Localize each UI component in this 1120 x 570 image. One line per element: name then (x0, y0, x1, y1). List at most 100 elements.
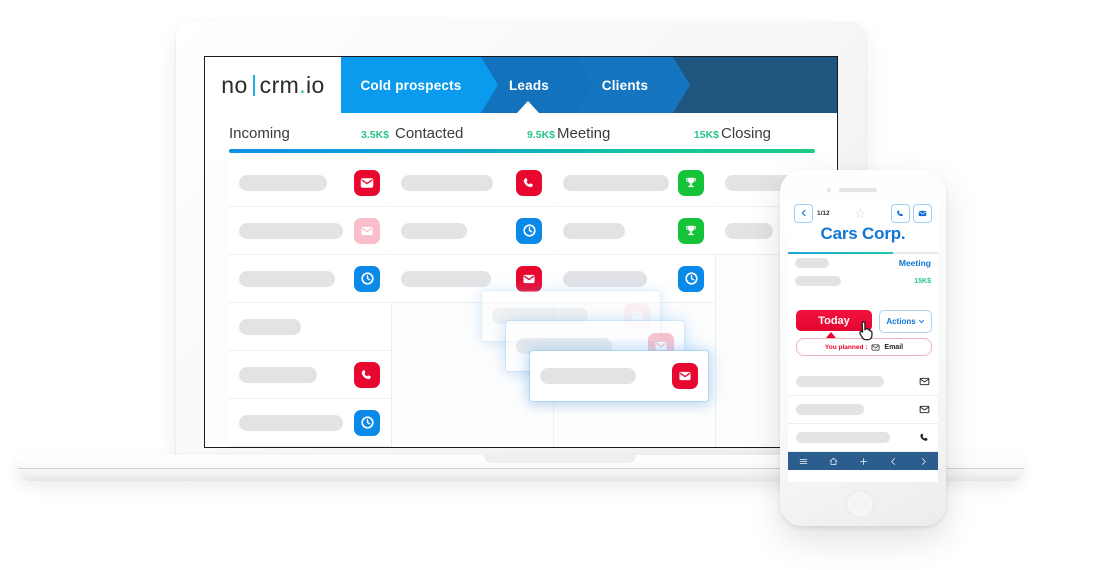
record-counter: 1/12 (817, 209, 830, 217)
logo-part-io: io (306, 71, 325, 98)
row-placeholder-bar (239, 414, 343, 431)
table-row[interactable] (391, 159, 552, 207)
tab-arrow-3 (673, 57, 690, 113)
row-placeholder-bar (795, 258, 829, 268)
row-placeholder-bar (239, 222, 343, 239)
logo-part-crm: crm (259, 71, 300, 98)
phone-top-bar: 1/12 ☆ (788, 200, 938, 226)
dragged-card[interactable] (530, 351, 708, 401)
row-placeholder-bar (796, 432, 890, 443)
chevron-right-icon[interactable] (919, 457, 928, 466)
table-row[interactable] (229, 303, 390, 351)
chevron-down-icon (918, 319, 924, 324)
row-placeholder-bar (725, 222, 773, 239)
actions-button-label: Actions (886, 317, 916, 326)
app-logo-text: no crm . io (221, 72, 324, 99)
phone-stage-row: Meeting (788, 258, 938, 268)
phone-stage-label: Meeting (898, 258, 931, 268)
row-placeholder-bar (796, 376, 884, 387)
logo-part-no: no (221, 71, 248, 98)
pipeline-board (205, 159, 837, 447)
plus-icon[interactable] (859, 457, 868, 466)
mail-icon[interactable] (354, 169, 380, 196)
clock-icon[interactable] (354, 409, 380, 436)
call-icon[interactable] (516, 169, 542, 196)
phone-record-title: Cars Corp. (820, 224, 906, 243)
call-icon[interactable] (919, 432, 930, 443)
app-logo[interactable]: no crm . io (205, 57, 341, 113)
table-row[interactable] (229, 351, 390, 399)
row-placeholder-bar (239, 270, 335, 287)
row-placeholder-bar (795, 276, 841, 286)
pipeline-progress-bar (229, 149, 815, 153)
today-button-label: Today (818, 314, 850, 327)
column-name: Meeting (557, 125, 611, 142)
mail-icon[interactable] (516, 265, 542, 292)
pipeline-column-header-contacted[interactable]: Contacted 9.5K$ (395, 125, 555, 142)
tab-cold-prospects[interactable]: Cold prospects (341, 57, 481, 113)
phone-home-button[interactable] (846, 490, 874, 518)
phone-pipeline-progress-bar (788, 252, 938, 254)
trophy-icon[interactable] (678, 169, 704, 196)
phone-bottom-nav (788, 452, 938, 470)
hand-pointer-cursor (858, 320, 876, 341)
column-amount: 3.5K$ (360, 129, 389, 141)
table-row[interactable] (553, 207, 714, 255)
column-amount: 9.5K$ (526, 129, 555, 141)
chevron-left-icon[interactable] (889, 457, 898, 466)
list-item[interactable] (788, 368, 938, 396)
active-tab-caret-icon (517, 101, 539, 113)
table-row[interactable] (553, 159, 714, 207)
screenshot-stage: no crm . io Cold prospects Leads Clients… (0, 0, 1120, 570)
tab-cold-prospects-label: Cold prospects (360, 77, 462, 93)
laptop-trackpad-notch (484, 455, 636, 463)
row-placeholder-bar (563, 222, 625, 239)
table-row[interactable] (229, 255, 390, 303)
home-icon[interactable] (829, 457, 838, 466)
clock-icon[interactable] (678, 265, 704, 292)
mail-icon[interactable] (919, 404, 930, 415)
logo-divider-icon (252, 74, 255, 96)
clock-icon[interactable] (354, 265, 380, 292)
mail-icon[interactable] (913, 203, 932, 223)
planned-label: You planned : (824, 343, 868, 351)
call-icon[interactable] (354, 361, 380, 388)
list-item[interactable] (788, 396, 938, 424)
pipeline-column-header-meeting[interactable]: Meeting 15K$ (557, 125, 719, 142)
chevron-left-icon[interactable] (794, 203, 813, 223)
table-row[interactable] (391, 207, 552, 255)
pipeline-column-header-incoming[interactable]: Incoming 3.5K$ (229, 125, 389, 142)
actions-button[interactable]: Actions (879, 310, 932, 333)
clock-icon[interactable] (516, 217, 542, 244)
table-row[interactable] (229, 159, 390, 207)
list-item[interactable] (788, 424, 938, 452)
star-icon[interactable]: ☆ (855, 207, 867, 220)
row-placeholder-bar (401, 270, 491, 287)
hamburger-menu-icon[interactable] (799, 457, 808, 466)
mobile-phone-frame: 1/12 ☆ Cars Corp. Meeting 15K$ Today Act… (780, 170, 946, 526)
mail-icon[interactable] (919, 376, 930, 387)
pipeline-column-header-closing[interactable]: Closing (721, 125, 831, 142)
mail-icon[interactable] (354, 217, 380, 244)
trophy-icon[interactable] (678, 217, 704, 244)
column-name: Contacted (395, 125, 464, 142)
mail-icon (871, 344, 880, 350)
phone-icon[interactable] (891, 203, 910, 223)
table-row[interactable] (229, 399, 390, 447)
phone-camera-icon (827, 188, 831, 192)
row-placeholder-bar (239, 318, 301, 335)
phone-speaker (839, 188, 877, 192)
laptop-screen: no crm . io Cold prospects Leads Clients… (204, 56, 838, 448)
phone-amount-label: 15K$ (914, 277, 931, 285)
row-placeholder-bar (540, 368, 636, 384)
row-placeholder-bar (239, 174, 327, 191)
column-name: Closing (721, 125, 772, 142)
phone-screen: 1/12 ☆ Cars Corp. Meeting 15K$ Today Act… (788, 200, 938, 482)
column-amount: 15K$ (693, 129, 719, 141)
row-placeholder-bar (239, 366, 317, 383)
row-placeholder-bar (563, 270, 647, 287)
table-row[interactable] (229, 207, 390, 255)
app-header-bar: no crm . io Cold prospects Leads Clients (205, 57, 837, 113)
row-placeholder-bar (563, 174, 669, 191)
planned-value: Email (884, 343, 904, 351)
